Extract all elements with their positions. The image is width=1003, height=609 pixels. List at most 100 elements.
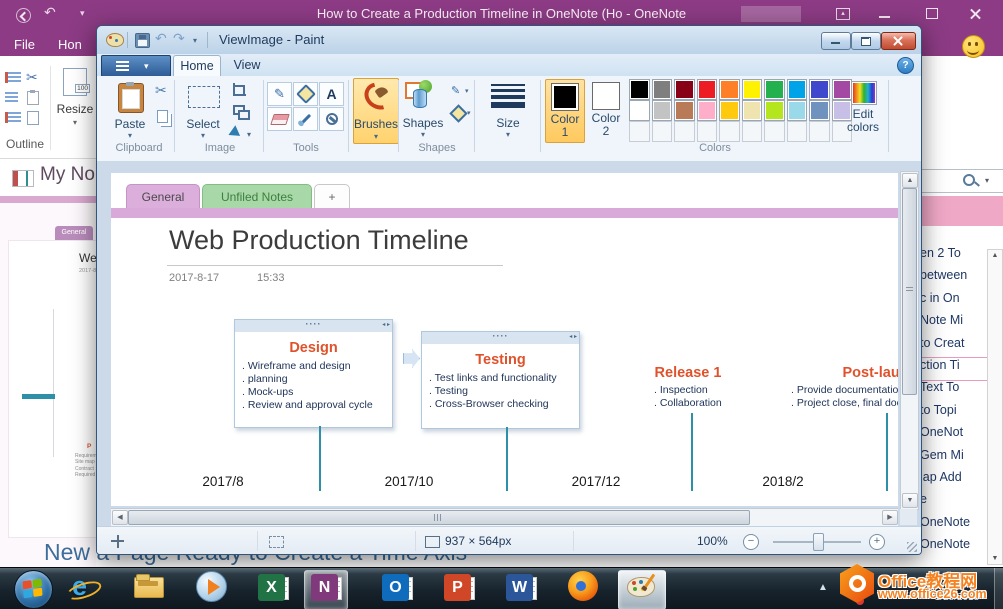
canvas-horizontal-scrollbar[interactable]: ◀ ▶ <box>111 508 898 526</box>
tab-home[interactable]: Home <box>173 55 221 77</box>
search-scope-dropdown-icon[interactable]: ▾ <box>985 176 989 185</box>
resize-button[interactable]: Resize <box>55 102 95 116</box>
resize-page-icon[interactable]: 100 <box>63 68 87 96</box>
color-swatch[interactable] <box>629 100 650 121</box>
page-list-item[interactable]: Gem Mi <box>920 448 986 470</box>
color-swatch[interactable] <box>652 79 673 100</box>
paint-restore-button[interactable] <box>851 32 881 50</box>
fill-tool[interactable] <box>293 82 318 106</box>
media-player-icon[interactable] <box>196 571 227 602</box>
color-swatch[interactable] <box>764 79 785 100</box>
page-list-scrollbar[interactable]: ▲ ▼ <box>987 249 1003 565</box>
qat-customize-icon[interactable]: ▾ <box>193 36 197 45</box>
scroll-up-icon[interactable]: ▲ <box>988 252 1002 259</box>
color-picker-tool[interactable] <box>293 107 318 131</box>
cut-icon[interactable]: ✂ <box>26 69 38 86</box>
page-list-item[interactable]: lap Add <box>920 470 986 492</box>
copy-icon[interactable] <box>157 110 168 123</box>
page-list-item[interactable]: OneNote <box>920 537 986 559</box>
paint-minimize-button[interactable] <box>821 32 851 50</box>
page-list-item[interactable]: c in On <box>920 291 986 313</box>
background-section-tab[interactable]: General <box>55 226 93 240</box>
notebook-title[interactable]: My No <box>40 164 95 186</box>
rotate-icon[interactable] <box>228 125 243 141</box>
page-list-item[interactable]: ction Ti <box>920 358 986 380</box>
paste-icon[interactable] <box>27 91 39 105</box>
color-swatch[interactable] <box>742 100 763 121</box>
zoom-in-button[interactable]: + <box>869 534 885 550</box>
crop-icon[interactable] <box>233 83 246 96</box>
color-swatch[interactable] <box>809 100 830 121</box>
page-list-item[interactable]: Text To <box>920 380 986 402</box>
color-swatch[interactable] <box>832 79 853 100</box>
cut-icon[interactable]: ✂ <box>155 82 167 99</box>
size-dropdown-icon[interactable]: ▾ <box>477 130 539 139</box>
eraser-tool[interactable] <box>267 107 292 131</box>
undo-icon[interactable]: ↶ <box>155 30 167 47</box>
color-swatch[interactable] <box>674 100 695 121</box>
shape-outline-icon[interactable]: ✎ <box>451 84 460 97</box>
outline-demote-icon[interactable] <box>5 112 21 123</box>
vertical-scroll-thumb[interactable] <box>902 188 917 395</box>
resize-grip[interactable] <box>907 542 917 552</box>
scroll-down-icon[interactable]: ▼ <box>988 555 1002 562</box>
text-tool[interactable]: A <box>319 82 344 106</box>
tray-expand-icon[interactable]: ▲ <box>818 582 828 593</box>
page-setup-icon[interactable] <box>27 111 39 125</box>
help-icon[interactable]: ? <box>897 57 914 74</box>
rotate-dropdown-icon[interactable]: ▾ <box>247 130 251 139</box>
color-swatch[interactable] <box>697 100 718 121</box>
edit-colors-icon[interactable] <box>851 81 877 105</box>
save-icon[interactable] <box>135 33 150 48</box>
onenote-minimize-icon[interactable] <box>879 16 890 18</box>
paint-titlebar[interactable]: ↶ ↷ ▾ ViewImage - Paint <box>97 26 921 54</box>
color-swatch[interactable] <box>787 100 808 121</box>
scroll-right-icon[interactable]: ▶ <box>882 510 898 525</box>
zoom-slider-thumb[interactable] <box>813 533 824 551</box>
pencil-tool[interactable]: ✎ <box>267 82 292 106</box>
qat-dropdown-icon[interactable]: ▾ <box>80 8 85 19</box>
outline-indent-icon[interactable] <box>5 72 21 83</box>
magnifier-tool[interactable] <box>319 107 344 131</box>
onenote-home-tab[interactable]: Hon <box>58 37 82 52</box>
size-button[interactable] <box>491 84 525 111</box>
shape-fill-icon[interactable] <box>449 104 467 122</box>
color-swatch[interactable] <box>719 79 740 100</box>
brushes-button[interactable]: Brushes ▾ <box>353 78 399 144</box>
back-icon[interactable] <box>16 8 31 23</box>
undo-icon[interactable]: ↶ <box>44 4 56 21</box>
word-icon[interactable]: W <box>506 574 533 601</box>
scroll-down-icon[interactable]: ▼ <box>902 493 918 508</box>
search-input[interactable]: ▾ <box>916 169 1003 193</box>
resize-icon[interactable] <box>233 105 245 115</box>
page-list-item[interactable]: OneNote <box>920 515 986 537</box>
paint-app-icon[interactable] <box>106 33 124 47</box>
color-swatch[interactable] <box>809 79 830 100</box>
shapes-button[interactable] <box>403 80 443 112</box>
zoom-out-button[interactable]: − <box>743 534 759 550</box>
color-swatch[interactable] <box>629 79 650 100</box>
canvas-vertical-scrollbar[interactable]: ▲ ▼ <box>900 171 919 510</box>
paint-canvas[interactable]: General Unfiled Notes + Web Production T… <box>111 173 898 506</box>
excel-icon[interactable]: X <box>258 574 285 601</box>
color-swatch[interactable] <box>764 100 785 121</box>
onenote-file-tab[interactable]: File <box>14 37 35 52</box>
start-button[interactable] <box>14 570 53 609</box>
color-swatch[interactable] <box>787 79 808 100</box>
paint-close-button[interactable] <box>881 32 916 50</box>
paste-button[interactable]: Paste ▾ <box>107 79 153 141</box>
color2-button[interactable]: Color 2 <box>587 79 625 141</box>
show-desktop-button[interactable] <box>994 568 1003 609</box>
scroll-up-icon[interactable]: ▲ <box>902 173 918 188</box>
select-button[interactable]: Select ▾ <box>179 79 227 141</box>
onenote-maximize-icon[interactable] <box>926 8 938 19</box>
firefox-icon[interactable] <box>568 571 598 601</box>
color1-button[interactable]: Color 1 <box>545 79 585 143</box>
page-list-item[interactable]: to Creat <box>920 336 986 358</box>
page-list-item[interactable]: en 2 To <box>920 246 986 268</box>
redo-icon[interactable]: ↷ <box>173 30 185 47</box>
edit-colors-button[interactable]: Edit colors <box>837 108 889 134</box>
powerpoint-icon[interactable]: P <box>444 574 471 601</box>
outline-list-icon[interactable] <box>5 92 18 103</box>
page-list-item[interactable]: to Topi <box>920 403 986 425</box>
